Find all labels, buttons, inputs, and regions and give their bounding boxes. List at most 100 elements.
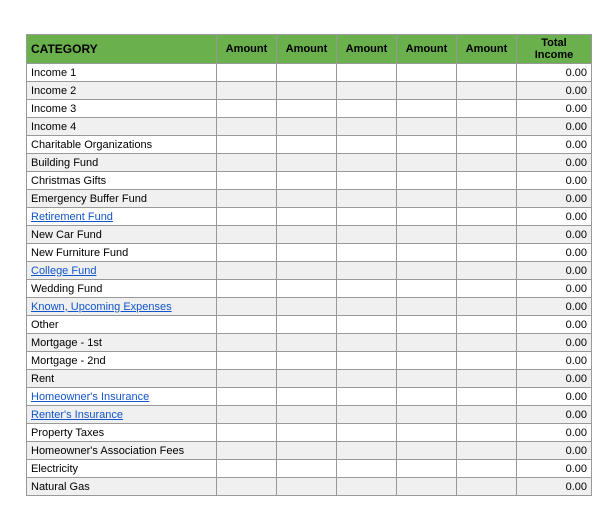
amount-cell[interactable]	[397, 352, 457, 370]
amount-cell[interactable]	[337, 172, 397, 190]
amount-cell[interactable]	[397, 478, 457, 496]
amount-cell[interactable]	[337, 424, 397, 442]
amount-cell[interactable]	[277, 82, 337, 100]
amount-cell[interactable]	[397, 370, 457, 388]
amount-cell[interactable]	[217, 316, 277, 334]
amount-cell[interactable]	[217, 100, 277, 118]
amount-cell[interactable]	[457, 190, 517, 208]
amount-cell[interactable]	[217, 64, 277, 82]
amount-cell[interactable]	[397, 172, 457, 190]
amount-cell[interactable]	[337, 262, 397, 280]
amount-cell[interactable]	[457, 172, 517, 190]
amount-cell[interactable]	[277, 172, 337, 190]
amount-cell[interactable]	[217, 154, 277, 172]
amount-cell[interactable]	[217, 370, 277, 388]
amount-cell[interactable]	[457, 262, 517, 280]
category-cell[interactable]: Known, Upcoming Expenses	[27, 298, 217, 316]
amount-cell[interactable]	[217, 442, 277, 460]
amount-cell[interactable]	[397, 298, 457, 316]
amount-cell[interactable]	[337, 208, 397, 226]
amount-cell[interactable]	[457, 478, 517, 496]
amount-cell[interactable]	[277, 424, 337, 442]
amount-cell[interactable]	[217, 82, 277, 100]
amount-cell[interactable]	[277, 352, 337, 370]
amount-cell[interactable]	[337, 370, 397, 388]
amount-cell[interactable]	[397, 424, 457, 442]
amount-cell[interactable]	[217, 298, 277, 316]
amount-cell[interactable]	[277, 460, 337, 478]
amount-cell[interactable]	[337, 190, 397, 208]
amount-cell[interactable]	[397, 226, 457, 244]
amount-cell[interactable]	[217, 262, 277, 280]
amount-cell[interactable]	[397, 280, 457, 298]
amount-cell[interactable]	[457, 460, 517, 478]
amount-cell[interactable]	[397, 64, 457, 82]
amount-cell[interactable]	[277, 262, 337, 280]
amount-cell[interactable]	[397, 316, 457, 334]
amount-cell[interactable]	[397, 82, 457, 100]
amount-cell[interactable]	[217, 244, 277, 262]
amount-cell[interactable]	[457, 226, 517, 244]
amount-cell[interactable]	[337, 352, 397, 370]
amount-cell[interactable]	[457, 82, 517, 100]
amount-cell[interactable]	[337, 460, 397, 478]
amount-cell[interactable]	[457, 118, 517, 136]
amount-cell[interactable]	[397, 406, 457, 424]
amount-cell[interactable]	[337, 280, 397, 298]
amount-cell[interactable]	[277, 370, 337, 388]
amount-cell[interactable]	[337, 334, 397, 352]
amount-cell[interactable]	[217, 460, 277, 478]
amount-cell[interactable]	[217, 118, 277, 136]
amount-cell[interactable]	[277, 316, 337, 334]
amount-cell[interactable]	[277, 388, 337, 406]
amount-cell[interactable]	[277, 136, 337, 154]
amount-cell[interactable]	[277, 442, 337, 460]
category-cell[interactable]: Homeowner's Insurance	[27, 388, 217, 406]
amount-cell[interactable]	[337, 244, 397, 262]
amount-cell[interactable]	[277, 406, 337, 424]
amount-cell[interactable]	[457, 64, 517, 82]
amount-cell[interactable]	[337, 100, 397, 118]
amount-cell[interactable]	[337, 478, 397, 496]
amount-cell[interactable]	[217, 334, 277, 352]
amount-cell[interactable]	[397, 154, 457, 172]
amount-cell[interactable]	[217, 388, 277, 406]
amount-cell[interactable]	[397, 442, 457, 460]
amount-cell[interactable]	[277, 226, 337, 244]
amount-cell[interactable]	[337, 136, 397, 154]
amount-cell[interactable]	[457, 370, 517, 388]
amount-cell[interactable]	[457, 352, 517, 370]
amount-cell[interactable]	[277, 118, 337, 136]
amount-cell[interactable]	[397, 190, 457, 208]
amount-cell[interactable]	[397, 334, 457, 352]
amount-cell[interactable]	[217, 172, 277, 190]
amount-cell[interactable]	[397, 262, 457, 280]
amount-cell[interactable]	[457, 298, 517, 316]
amount-cell[interactable]	[217, 136, 277, 154]
amount-cell[interactable]	[457, 208, 517, 226]
amount-cell[interactable]	[457, 442, 517, 460]
amount-cell[interactable]	[397, 208, 457, 226]
amount-cell[interactable]	[277, 334, 337, 352]
amount-cell[interactable]	[337, 118, 397, 136]
amount-cell[interactable]	[277, 244, 337, 262]
amount-cell[interactable]	[277, 100, 337, 118]
amount-cell[interactable]	[397, 460, 457, 478]
amount-cell[interactable]	[217, 424, 277, 442]
amount-cell[interactable]	[457, 406, 517, 424]
amount-cell[interactable]	[457, 388, 517, 406]
amount-cell[interactable]	[217, 208, 277, 226]
amount-cell[interactable]	[397, 100, 457, 118]
amount-cell[interactable]	[277, 64, 337, 82]
amount-cell[interactable]	[457, 154, 517, 172]
amount-cell[interactable]	[457, 316, 517, 334]
amount-cell[interactable]	[217, 190, 277, 208]
category-cell[interactable]: Renter's Insurance	[27, 406, 217, 424]
amount-cell[interactable]	[337, 64, 397, 82]
amount-cell[interactable]	[277, 280, 337, 298]
amount-cell[interactable]	[457, 244, 517, 262]
category-cell[interactable]: Retirement Fund	[27, 208, 217, 226]
amount-cell[interactable]	[217, 406, 277, 424]
amount-cell[interactable]	[337, 298, 397, 316]
amount-cell[interactable]	[397, 244, 457, 262]
